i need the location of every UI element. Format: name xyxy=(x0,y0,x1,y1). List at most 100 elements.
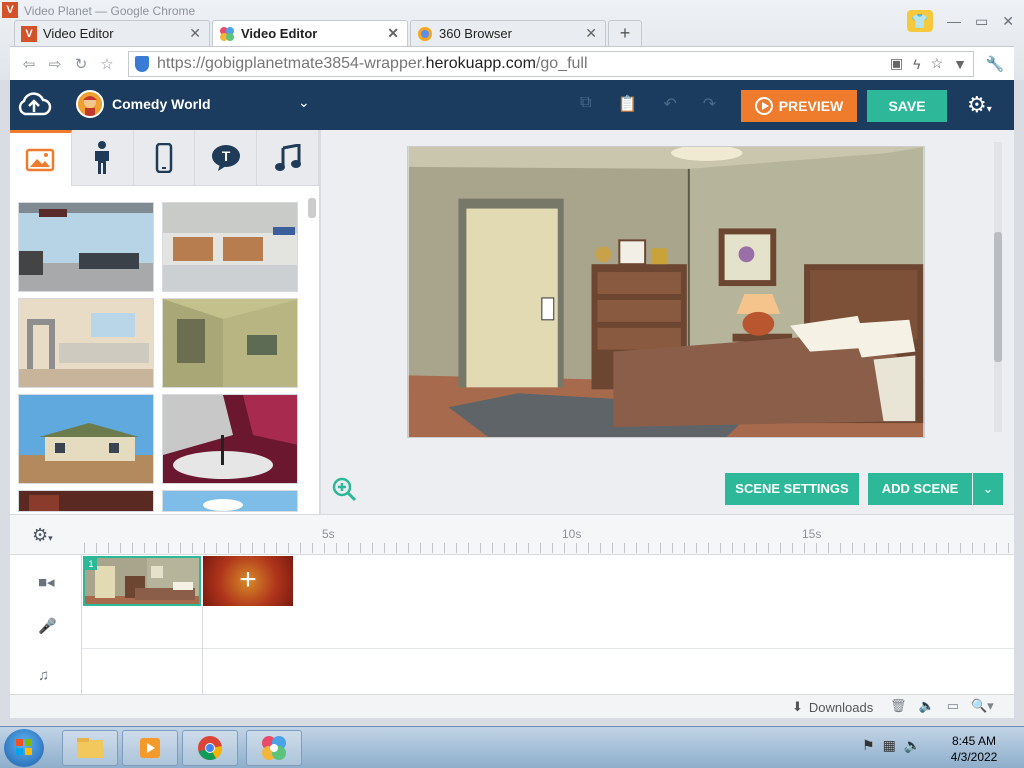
tab-video-editor-2[interactable]: Video Editor ✕ xyxy=(212,20,408,46)
url-domain: herokuapp.com xyxy=(425,54,536,72)
tick-label-5s: 5s xyxy=(322,527,335,541)
thumb-farm-house[interactable] xyxy=(18,394,154,484)
dropdown-chevron-icon[interactable]: ▼ xyxy=(953,56,967,72)
voice-track[interactable] xyxy=(82,607,1014,649)
pinwheel-browser-icon xyxy=(262,736,286,760)
tab-strip: V Video Editor ✕ Video Editor ✕ 360 Brow… xyxy=(14,20,642,46)
settings-gear-icon[interactable]: ⚙▾ xyxy=(967,92,992,118)
zoom-in-icon[interactable] xyxy=(331,476,357,502)
address-bar[interactable]: https://gobigplanetmate3854-wrapper. hero… xyxy=(128,50,974,77)
clock-date: 4/3/2022 xyxy=(950,750,998,764)
ruler-ticks xyxy=(84,543,1012,553)
reload-icon[interactable]: ↻ xyxy=(68,55,94,73)
cloud-upload-icon[interactable] xyxy=(16,90,52,120)
tab-music[interactable] xyxy=(257,130,319,186)
check-in-thumbnail xyxy=(163,203,297,291)
add-scene-timeline-button[interactable]: + xyxy=(203,556,293,606)
image-icon xyxy=(26,148,55,171)
skin-icon[interactable]: 👕 xyxy=(907,10,934,32)
window-title: Video Planet — Google Chrome xyxy=(24,4,196,18)
preview-button[interactable]: PREVIEW xyxy=(741,90,857,122)
forward-icon[interactable]: ⇨ xyxy=(42,55,68,73)
paste-icon[interactable]: 📋 xyxy=(617,94,637,114)
tools-wrench-icon[interactable]: 🔧 xyxy=(982,55,1008,73)
asset-scrollbar[interactable] xyxy=(308,198,316,218)
speaker-icon[interactable]: 🔈 xyxy=(904,737,921,754)
tab-360-browser[interactable]: 360 Browser ✕ xyxy=(410,20,606,46)
timeline-settings-gear-icon[interactable]: ⚙▾ xyxy=(32,525,53,546)
redo-icon[interactable]: ↷ xyxy=(703,94,716,114)
thumb-check-in-counters[interactable] xyxy=(162,202,298,292)
taskbar-360-browser[interactable] xyxy=(246,730,302,766)
thumb-airport-lounge[interactable] xyxy=(18,202,154,292)
start-button[interactable] xyxy=(4,729,44,767)
os-taskbar: ⚑ ▦ 🔈 8:45 AM 4/3/2022 xyxy=(0,726,1024,768)
status-icons: 🗑 🔈 ▭ 🔍▾ xyxy=(890,698,994,714)
360-browser-favicon-icon xyxy=(418,26,432,41)
pinwheel-favicon-icon xyxy=(220,26,234,41)
thumb-military-tent[interactable] xyxy=(162,298,298,388)
save-button[interactable]: SAVE xyxy=(867,90,947,122)
close-window-icon[interactable]: ✕ xyxy=(1002,13,1014,30)
track-labels: ■◂ 🎤 ♫ xyxy=(10,555,82,695)
tab-text[interactable]: T xyxy=(195,130,258,186)
chevron-down-icon[interactable]: ⌄ xyxy=(298,94,310,111)
partial-thumbnail xyxy=(19,491,153,511)
stage-thumbnail xyxy=(163,395,297,483)
lightning-icon[interactable]: ϟ xyxy=(913,56,920,72)
tab-backgrounds[interactable] xyxy=(10,130,72,186)
system-clock[interactable]: 8:45 AM 4/3/2022 xyxy=(944,733,1004,765)
taskbar-file-explorer[interactable] xyxy=(62,730,118,766)
bookmark-star-icon[interactable]: ☆ xyxy=(94,55,120,73)
media-player-icon xyxy=(140,738,160,758)
tab-close-icon[interactable]: ✕ xyxy=(387,25,399,42)
zoom-status-icon[interactable]: 🔍▾ xyxy=(971,698,994,714)
thumb-partial-1[interactable] xyxy=(18,490,154,512)
theme-avatar[interactable] xyxy=(76,90,104,118)
edit-toolbar: ⧉ 📋 ↶ ↷ xyxy=(580,94,716,114)
back-icon[interactable]: ⇦ xyxy=(16,55,42,73)
tab-video-editor-1[interactable]: V Video Editor ✕ xyxy=(14,20,210,46)
taskbar-chrome[interactable] xyxy=(182,730,238,766)
stage-scroll-thumb[interactable] xyxy=(994,232,1002,362)
folder-icon xyxy=(77,738,103,758)
theme-selector-label[interactable]: Comedy World xyxy=(112,96,211,112)
trash-icon[interactable]: 🗑 xyxy=(890,698,907,714)
stage-scrollbar[interactable] xyxy=(994,142,1002,432)
scene-settings-button[interactable]: SCENE SETTINGS xyxy=(725,473,859,505)
thumb-stage-spotlight[interactable] xyxy=(162,394,298,484)
downloads-button[interactable]: ⬇ Downloads xyxy=(792,699,873,715)
tab-characters[interactable] xyxy=(72,130,134,186)
farmhouse-thumbnail xyxy=(19,395,153,483)
screen-icon[interactable]: ▭ xyxy=(947,698,959,714)
network-warning-icon[interactable]: ⚑ xyxy=(862,737,875,754)
music-track[interactable] xyxy=(82,649,1014,695)
tab-props[interactable] xyxy=(134,130,196,186)
asset-panel: T xyxy=(10,130,320,514)
timeline-ruler[interactable]: ⚙▾ 5s 10s 15s xyxy=(10,515,1014,555)
undo-icon[interactable]: ↶ xyxy=(663,94,676,114)
tick-label-10s: 10s xyxy=(562,527,582,541)
add-scene-dropdown-chevron-icon[interactable]: ⌄ xyxy=(973,473,1003,505)
maximize-icon[interactable]: ▭ xyxy=(975,13,988,30)
stage-area: SCENE SETTINGS ADD SCENE ⌄ xyxy=(321,130,1014,514)
browser-window-top: V Video Planet — Google Chrome 👕 — ▭ ✕ V… xyxy=(0,0,1024,80)
new-tab-button[interactable]: + xyxy=(608,20,642,46)
minimize-icon[interactable]: — xyxy=(947,13,961,29)
comedy-character-icon xyxy=(83,96,97,116)
taskbar-media-player[interactable] xyxy=(122,730,178,766)
scene-canvas-bedroom[interactable] xyxy=(407,146,925,438)
thumb-security-checkpoint[interactable] xyxy=(18,298,154,388)
favorite-star-icon[interactable]: ☆ xyxy=(931,55,944,72)
tab-close-icon[interactable]: ✕ xyxy=(585,25,597,42)
page-icon[interactable]: ▣ xyxy=(890,55,903,72)
tab-close-icon[interactable]: ✕ xyxy=(189,25,201,42)
volume-icon[interactable]: 🔈 xyxy=(919,698,935,714)
clock-time: 8:45 AM xyxy=(951,734,997,748)
network-icon[interactable]: ▦ xyxy=(883,737,896,754)
music-note-icon xyxy=(274,144,301,171)
thumb-partial-2[interactable] xyxy=(162,490,298,512)
scene-1-clip[interactable]: 1 xyxy=(83,556,201,606)
add-scene-button[interactable]: ADD SCENE xyxy=(868,473,972,505)
copy-icon[interactable]: ⧉ xyxy=(580,94,591,114)
